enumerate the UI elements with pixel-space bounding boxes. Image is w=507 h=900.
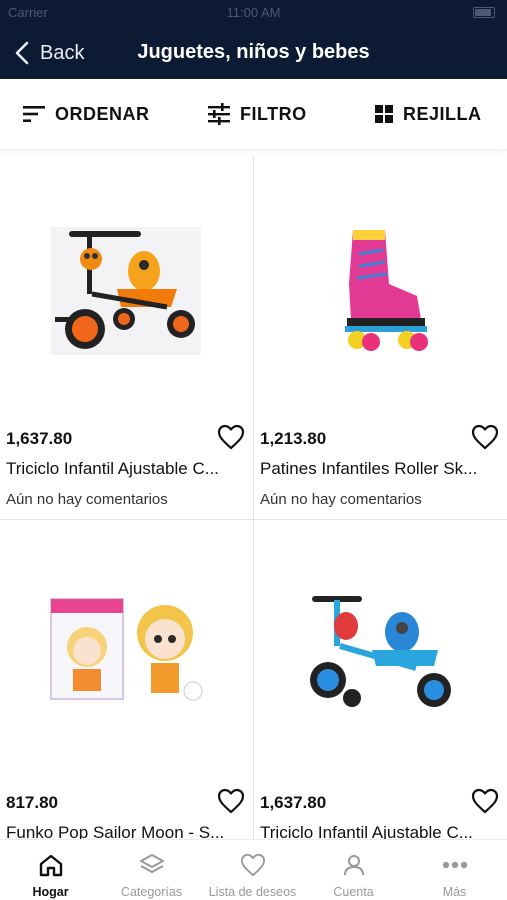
bottom-tab-bar: Hogar Categorías Lista de deseos Cuenta … (0, 839, 507, 900)
grid-view-button[interactable]: REJILLA (374, 79, 482, 149)
product-price: 1,637.80 (6, 429, 73, 448)
tab-label: Cuenta (333, 885, 374, 899)
heart-icon[interactable] (217, 424, 245, 450)
battery-icon (473, 7, 495, 18)
tab-label: Hogar (32, 885, 69, 899)
product-name[interactable]: Funko Pop Sailor Moon - S... (6, 823, 244, 839)
product-name[interactable]: Triciclo Infantil Ajustable C... (6, 459, 244, 479)
tricycle-image (50, 226, 201, 355)
product-price: 817.80 (6, 793, 58, 812)
tab-label: Categorías (120, 885, 183, 899)
sort-button[interactable]: ORDENAR (22, 79, 150, 149)
product-price: 1,637.80 (260, 793, 327, 812)
roller-skate-image (344, 229, 428, 351)
product-grid: 1,637.80 Triciclo Infantil Ajustable C..… (0, 156, 507, 839)
layers-icon (139, 854, 164, 873)
product-image[interactable] (0, 520, 253, 785)
funko-pop-image (49, 597, 202, 700)
product-name[interactable]: Triciclo Infantil Ajustable C... (260, 823, 498, 839)
product-name[interactable]: Patines Infantiles Roller Sk... (260, 459, 498, 479)
more-icon (442, 861, 467, 869)
filter-label: FILTRO (240, 103, 307, 124)
tab-label: Lista de deseos (208, 885, 297, 899)
tab-categories[interactable]: Categorías (101, 840, 202, 900)
product-reviews: Aún no hay comentarios (6, 491, 168, 508)
heart-icon[interactable] (471, 788, 499, 814)
filter-button[interactable]: FILTRO (207, 79, 307, 149)
heart-icon[interactable] (471, 424, 499, 450)
grid-label: REJILLA (403, 103, 482, 124)
home-icon (39, 854, 62, 877)
sort-icon (23, 106, 45, 122)
sliders-icon (208, 103, 230, 125)
sort-filter-toolbar: ORDENAR FILTRO REJILLA (0, 79, 507, 149)
tab-label: Más (442, 885, 467, 899)
product-image[interactable] (254, 156, 507, 421)
product-reviews: Aún no hay comentarios (260, 491, 422, 508)
tab-account[interactable]: Cuenta (303, 840, 404, 900)
app-header: Carrier 11:00 AM Back Juguetes, niños y … (0, 0, 507, 79)
sort-label: ORDENAR (55, 103, 150, 124)
status-bar: Carrier 11:00 AM (0, 5, 507, 21)
product-price: 1,213.80 (260, 429, 327, 448)
heart-icon (240, 853, 265, 877)
tab-more[interactable]: Más (404, 840, 505, 900)
tab-home[interactable]: Hogar (0, 840, 101, 900)
grid-icon (375, 105, 393, 123)
page-title: Juguetes, niños y bebes (137, 41, 370, 63)
product-card[interactable]: 1,637.80 Triciclo Infantil Ajustable C..… (0, 156, 253, 519)
product-card[interactable]: 1,213.80 Patines Infantiles Roller Sk...… (254, 156, 507, 519)
product-image[interactable] (254, 520, 507, 785)
user-icon (343, 855, 364, 876)
heart-icon[interactable] (217, 788, 245, 814)
product-card[interactable]: 817.80 Funko Pop Sailor Moon - S... (0, 520, 253, 839)
tricycle-image (309, 595, 451, 707)
product-card[interactable]: 1,637.80 Triciclo Infantil Ajustable C..… (254, 520, 507, 839)
clock: 11:00 AM (226, 5, 281, 20)
tab-wishlist[interactable]: Lista de deseos (202, 840, 303, 900)
product-image[interactable] (0, 156, 253, 421)
